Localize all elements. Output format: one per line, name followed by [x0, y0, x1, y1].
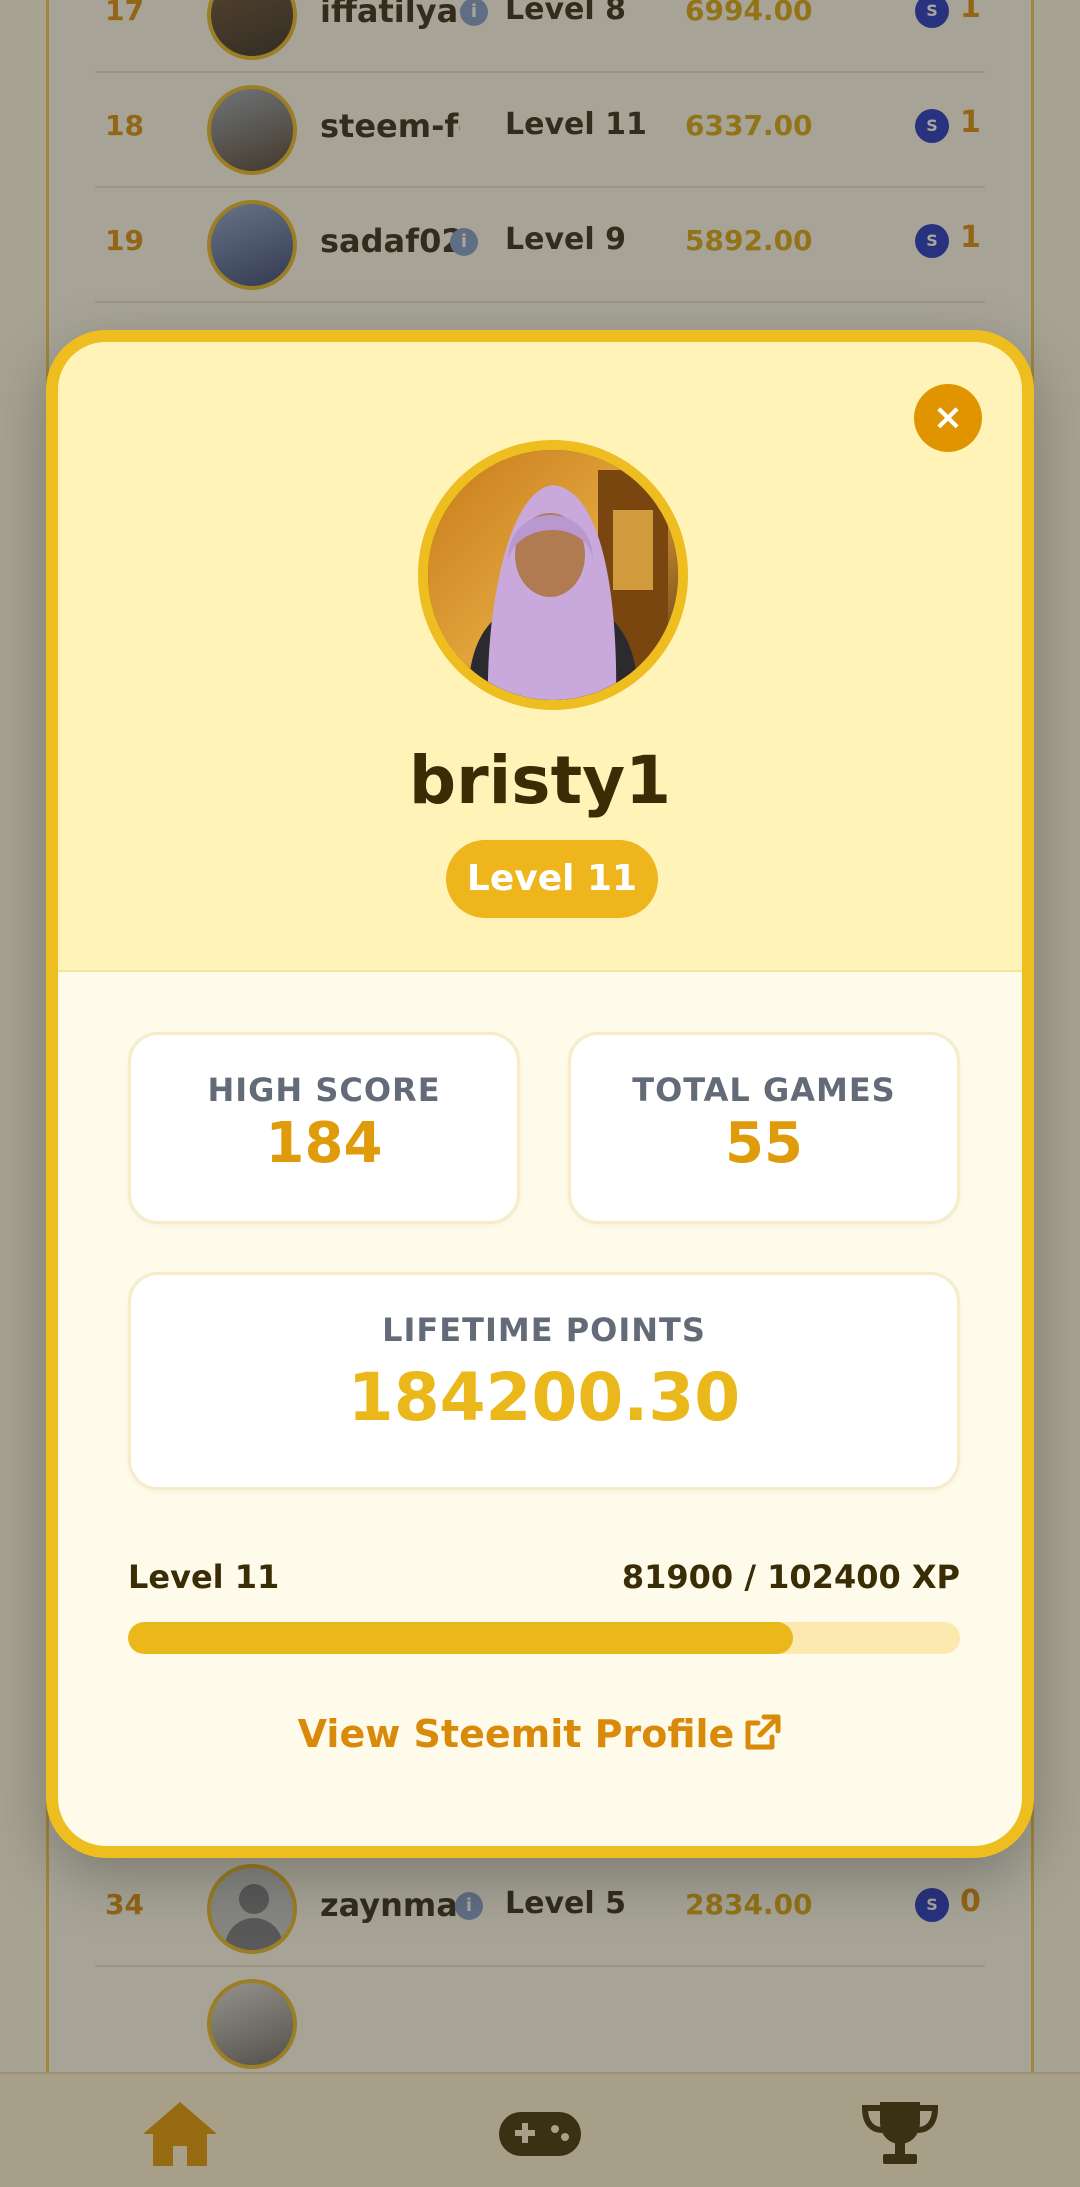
total-games-label: TOTAL GAMES	[632, 1071, 896, 1109]
xp-progress-text: 81900 / 102400 XP	[621, 1558, 960, 1596]
external-link-icon	[742, 1713, 782, 1762]
level-badge: Level 11	[446, 840, 658, 918]
view-steemit-profile-link[interactable]: View Steemit Profile	[58, 1712, 1022, 1762]
modal-header: × bristy1 Level 11	[58, 342, 1022, 972]
total-games-value: 55	[725, 1111, 803, 1176]
xp-progress-bar	[128, 1622, 960, 1654]
lifetime-points-label: LIFETIME POINTS	[382, 1311, 706, 1349]
view-profile-label: View Steemit Profile	[297, 1712, 735, 1756]
high-score-label: HIGH SCORE	[207, 1071, 441, 1109]
xp-level-label: Level 11	[128, 1558, 280, 1596]
close-button[interactable]: ×	[914, 384, 982, 452]
profile-username: bristy1	[408, 742, 672, 819]
lifetime-points-card: LIFETIME POINTS 184200.30	[128, 1272, 960, 1490]
xp-progress-fill	[128, 1622, 794, 1654]
xp-row: Level 11 81900 / 102400 XP	[128, 1558, 960, 1598]
lifetime-points-value: 184200.30	[347, 1359, 741, 1436]
profile-avatar	[418, 440, 688, 710]
total-games-card: TOTAL GAMES 55	[568, 1032, 960, 1224]
profile-modal: × bristy1 Level 11 HIGH SCORE 184 TOTAL …	[46, 330, 1034, 1858]
high-score-value: 184	[265, 1111, 383, 1176]
high-score-card: HIGH SCORE 184	[128, 1032, 520, 1224]
